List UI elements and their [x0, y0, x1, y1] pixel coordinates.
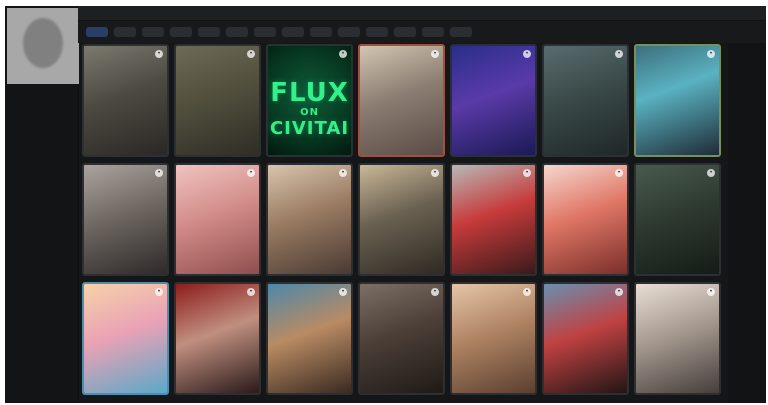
image-thumbnail — [544, 284, 627, 393]
filter-chip[interactable] — [86, 27, 108, 37]
card-badge-icon[interactable]: • — [339, 50, 347, 58]
filter-chip[interactable] — [282, 27, 304, 37]
image-card-street-scene[interactable]: • — [358, 163, 445, 276]
flux-banner-text: FLUX ON CIVITAI — [268, 80, 351, 138]
image-card-old-man-portrait[interactable]: • — [266, 282, 353, 395]
image-card-knight-armor[interactable]: • — [174, 44, 261, 157]
image-card-smiling-woman[interactable]: • — [450, 282, 537, 395]
filter-chip[interactable] — [366, 27, 388, 37]
card-badge-icon[interactable]: • — [247, 288, 255, 296]
image-card-woman-uniform[interactable]: • — [634, 282, 721, 395]
filter-chip[interactable] — [254, 27, 276, 37]
image-thumbnail — [176, 165, 259, 274]
filter-chip[interactable] — [226, 27, 248, 37]
card-badge-icon[interactable]: • — [707, 50, 715, 58]
card-badge-icon[interactable]: • — [155, 169, 163, 177]
image-thumbnail — [176, 46, 259, 155]
card-badge-icon[interactable]: • — [431, 50, 439, 58]
image-card-bearded-face[interactable]: • — [358, 282, 445, 395]
card-badge-icon[interactable]: • — [615, 288, 623, 296]
card-badge-icon[interactable]: • — [155, 288, 163, 296]
image-thumbnail — [636, 284, 719, 393]
image-thumbnail — [360, 46, 443, 155]
image-thumbnail — [84, 165, 167, 274]
filter-chip[interactable] — [338, 27, 360, 37]
filter-chip[interactable] — [394, 27, 416, 37]
filter-chip[interactable] — [142, 27, 164, 37]
card-badge-icon[interactable]: • — [247, 50, 255, 58]
image-thumbnail — [636, 46, 719, 155]
card-badge-icon[interactable]: • — [339, 288, 347, 296]
image-thumbnail — [452, 46, 535, 155]
image-thumbnail — [360, 165, 443, 274]
image-card-moon-fantasy[interactable]: • — [450, 44, 537, 157]
left-sidebar — [5, 6, 79, 403]
card-badge-icon[interactable]: • — [523, 169, 531, 177]
filter-bar — [78, 21, 766, 43]
card-badge-icon[interactable]: • — [339, 169, 347, 177]
image-thumbnail — [84, 46, 167, 155]
image-thumbnail — [452, 165, 535, 274]
image-card-portrait-man-hat[interactable]: • — [82, 44, 169, 157]
filter-chip[interactable] — [450, 27, 472, 37]
flux-line-3: CIVITAI — [269, 118, 350, 139]
filter-chip[interactable] — [422, 27, 444, 37]
image-card-anime-chibi[interactable]: • — [82, 282, 169, 395]
filter-chip[interactable] — [170, 27, 192, 37]
filter-chip[interactable] — [310, 27, 332, 37]
card-badge-icon[interactable]: • — [431, 288, 439, 296]
card-badge-icon[interactable]: • — [707, 288, 715, 296]
image-card-pink-dancer[interactable]: • — [174, 163, 261, 276]
image-card-anime-girl-bright[interactable]: • — [358, 44, 445, 157]
image-card-red-hair-doll[interactable]: • — [542, 163, 629, 276]
image-card-waterfall-forest[interactable]: • — [634, 163, 721, 276]
image-card-woman-red-bg[interactable]: • — [174, 282, 261, 395]
image-card-alice-forest[interactable]: • — [542, 44, 629, 157]
image-thumbnail — [268, 284, 351, 393]
card-badge-icon[interactable]: • — [615, 50, 623, 58]
filter-chip[interactable] — [114, 27, 136, 37]
image-thumbnail — [176, 284, 259, 393]
image-card-woman-cap[interactable]: • — [266, 163, 353, 276]
image-card-cyan-hair-girl[interactable]: • — [634, 44, 721, 157]
image-thumbnail — [636, 165, 719, 274]
card-badge-icon[interactable]: • — [523, 288, 531, 296]
card-badge-icon[interactable]: • — [523, 50, 531, 58]
card-badge-icon[interactable]: • — [707, 169, 715, 177]
image-thumbnail — [268, 165, 351, 274]
top-bar — [78, 6, 766, 21]
filter-chip[interactable] — [198, 27, 220, 37]
image-grid: • • FLUX ON CIVITAI • • • • • • • • • • • • • • • • • • • — [82, 44, 722, 395]
right-gutter — [728, 43, 766, 403]
image-card-closeup-face[interactable]: • — [82, 163, 169, 276]
image-thumbnail — [84, 284, 167, 393]
image-thumbnail — [544, 165, 627, 274]
image-card-hero-suit[interactable]: • — [542, 282, 629, 395]
card-badge-icon[interactable]: • — [247, 169, 255, 177]
image-thumbnail — [360, 284, 443, 393]
card-badge-icon[interactable]: • — [615, 169, 623, 177]
card-badge-icon[interactable]: • — [431, 169, 439, 177]
image-thumbnail — [452, 284, 535, 393]
image-thumbnail — [544, 46, 627, 155]
card-badge-icon[interactable]: • — [155, 50, 163, 58]
image-card-white-red-creature[interactable]: • — [450, 163, 537, 276]
flux-line-1: FLUX — [270, 78, 349, 108]
image-card-flux-on-civitai[interactable]: FLUX ON CIVITAI • — [266, 44, 353, 157]
user-avatar-thumbnail[interactable] — [7, 8, 79, 84]
